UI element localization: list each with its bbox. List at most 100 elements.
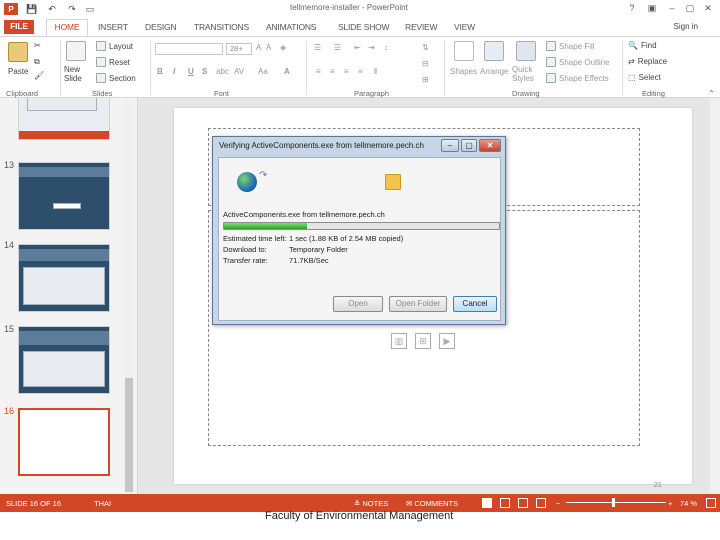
italic-button[interactable]: I (173, 67, 175, 76)
comments-button[interactable]: ✉ COMMENTS (406, 499, 458, 508)
slide-thumbnail-15[interactable] (18, 326, 110, 394)
collapse-ribbon-icon[interactable]: ⌃ (708, 89, 715, 98)
slide-thumbnail-14[interactable] (18, 244, 110, 312)
open-folder-button[interactable]: Open Folder (389, 296, 447, 312)
insert-chart-icon[interactable]: ▥ (391, 333, 407, 349)
insert-smartart-icon[interactable]: ⊞ (415, 333, 431, 349)
fit-slide-icon[interactable] (706, 498, 716, 508)
normal-view-icon[interactable] (482, 498, 492, 508)
replace-button[interactable]: ⇄ Replace (628, 57, 667, 66)
notes-button[interactable]: ≜ NOTES (354, 499, 388, 508)
shrink-font-icon[interactable]: A (266, 43, 271, 52)
dialog-close-button[interactable]: ✕ (479, 139, 501, 152)
ribbon-display-options-button[interactable]: ▣ (646, 2, 658, 14)
section-button[interactable]: Section (96, 73, 136, 83)
increase-indent-icon[interactable]: ⇥ (368, 43, 375, 52)
bullets-icon[interactable]: ☰ (314, 43, 321, 52)
slide-thumbnail-13[interactable] (18, 162, 110, 230)
line-spacing-icon[interactable]: ↕ (384, 43, 388, 52)
quick-styles-icon[interactable] (516, 41, 536, 61)
paste-icon[interactable] (8, 42, 28, 62)
find-button[interactable]: 🔍 Find (628, 41, 657, 50)
align-text-icon[interactable]: ⊟ (422, 59, 429, 68)
start-from-beginning-icon[interactable]: ▭ (84, 3, 96, 15)
shape-outline-button[interactable]: Shape Outline (546, 57, 610, 67)
font-size-combo[interactable]: 28+ (226, 43, 252, 55)
shape-fill-button[interactable]: Shape Fill (546, 41, 595, 51)
paste-button[interactable]: Paste (8, 67, 28, 76)
thumbnails-scrollbar-thumb[interactable] (125, 378, 133, 492)
open-button[interactable]: Open (333, 296, 383, 312)
reading-view-icon[interactable] (518, 498, 528, 508)
decrease-indent-icon[interactable]: ⇤ (354, 43, 361, 52)
close-button[interactable]: ✕ (702, 2, 714, 14)
shapes-button[interactable]: Shapes (450, 67, 477, 76)
save-icon[interactable]: 💾 (26, 3, 38, 15)
slide-thumbnail-16[interactable] (18, 408, 110, 476)
arrange-button[interactable]: Arrange (480, 67, 508, 76)
tab-slide-show[interactable]: SLIDE SHOW (338, 21, 390, 34)
clear-formatting-icon[interactable]: ◈ (280, 43, 286, 52)
dialog-minimize-button[interactable]: – (441, 139, 459, 152)
select-button[interactable]: ⬚ Select (628, 73, 661, 82)
shape-effects-button[interactable]: Shape Effects (546, 73, 609, 83)
font-name-combo[interactable] (155, 43, 223, 55)
select-icon: ⬚ (628, 73, 636, 82)
cancel-button[interactable]: Cancel (453, 296, 497, 312)
help-button[interactable]: ? (626, 2, 638, 14)
tab-transitions[interactable]: TRANSITIONS (194, 21, 249, 34)
tab-home[interactable]: HOME (46, 19, 88, 36)
tab-review[interactable]: REVIEW (405, 21, 438, 34)
insert-video-icon[interactable]: ▶ (439, 333, 455, 349)
zoom-slider[interactable] (566, 502, 666, 503)
align-left-icon[interactable]: ≡ (316, 67, 321, 76)
change-case-button[interactable]: Aa (258, 67, 268, 76)
format-painter-icon[interactable]: 🖌 (34, 71, 44, 80)
zoom-slider-thumb[interactable] (612, 498, 615, 507)
bold-button[interactable]: B (157, 67, 163, 76)
new-slide-button[interactable]: New Slide (64, 65, 92, 83)
underline-button[interactable]: U (188, 67, 194, 76)
quick-styles-button[interactable]: Quick Styles (512, 65, 542, 83)
tab-design[interactable]: DESIGN (145, 21, 177, 34)
justify-icon[interactable]: ≡ (358, 67, 363, 76)
redo-icon[interactable]: ↷ (66, 3, 78, 15)
tab-animations[interactable]: ANIMATIONS (266, 21, 316, 34)
columns-icon[interactable]: ⫴ (374, 67, 377, 77)
language-status[interactable]: THAI (94, 499, 111, 508)
zoom-out-button[interactable]: − (556, 499, 560, 508)
copy-icon[interactable]: ⧉ (34, 57, 40, 67)
font-color-button[interactable]: A (284, 67, 290, 76)
thumbnail-window (27, 98, 97, 111)
text-direction-icon[interactable]: ⇅ (422, 43, 429, 52)
tab-view[interactable]: VIEW (454, 21, 475, 34)
smartart-icon[interactable]: ⊞ (422, 75, 429, 84)
numbering-icon[interactable]: ☰ (334, 43, 341, 52)
new-slide-icon[interactable] (66, 41, 86, 61)
section-label: Section (109, 73, 136, 83)
editor-scrollbar[interactable] (710, 98, 720, 494)
tab-file[interactable]: FILE (4, 20, 34, 34)
sign-in-link[interactable]: Sign in (674, 22, 698, 31)
arrange-icon[interactable] (484, 41, 504, 61)
minimize-button[interactable]: ‒ (666, 2, 678, 14)
grow-font-icon[interactable]: A (256, 43, 261, 52)
strikethrough-button[interactable]: S (202, 67, 207, 76)
layout-button[interactable]: Layout (96, 41, 133, 51)
undo-icon[interactable]: ↶ (46, 3, 58, 15)
shapes-icon[interactable] (454, 41, 474, 61)
character-spacing-button[interactable]: AV (234, 67, 244, 76)
reset-button[interactable]: Reset (96, 57, 130, 67)
slide-thumbnail-12[interactable] (18, 98, 110, 140)
dialog-maximize-button[interactable]: ▢ (461, 139, 477, 152)
slide-sorter-icon[interactable] (500, 498, 510, 508)
slide-show-icon[interactable] (536, 498, 546, 508)
text-shadow-button[interactable]: abc (216, 67, 229, 76)
align-center-icon[interactable]: ≡ (330, 67, 335, 76)
restore-button[interactable]: ▢ (684, 2, 696, 14)
zoom-level[interactable]: 74 % (680, 499, 697, 508)
tab-insert[interactable]: INSERT (98, 21, 128, 34)
zoom-in-button[interactable]: + (668, 499, 672, 508)
cut-icon[interactable]: ✂ (34, 41, 41, 50)
align-right-icon[interactable]: ≡ (344, 67, 349, 76)
